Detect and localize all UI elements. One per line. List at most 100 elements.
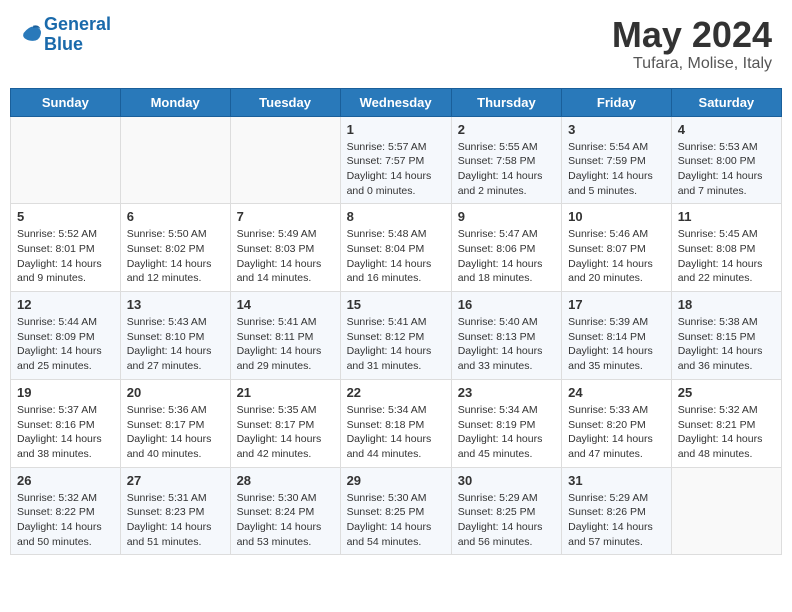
day-info: Sunrise: 5:30 AM Sunset: 8:25 PM Dayligh… — [347, 491, 445, 550]
day-info: Sunrise: 5:30 AM Sunset: 8:24 PM Dayligh… — [237, 491, 334, 550]
calendar-cell: 25 Sunrise: 5:32 AM Sunset: 8:21 PM Dayli… — [671, 379, 781, 467]
calendar-cell: 6 Sunrise: 5:50 AM Sunset: 8:02 PM Daylig… — [120, 204, 230, 292]
calendar-cell: 23 Sunrise: 5:34 AM Sunset: 8:19 PM Dayli… — [451, 379, 561, 467]
calendar-cell: 17Sunrise: 5:39 AM Sunset: 8:14 PM Dayli… — [562, 292, 672, 380]
day-number: 6 — [127, 209, 224, 224]
day-number: 1 — [347, 122, 445, 137]
month-title: May 2024 — [612, 15, 772, 55]
calendar-cell: 19 Sunrise: 5:37 AM Sunset: 8:16 PM Dayli… — [11, 379, 121, 467]
day-number: 28 — [237, 473, 334, 488]
logo: General Blue — [20, 15, 111, 55]
day-info: Sunrise: 5:41 AM Sunset: 8:11 PM Dayligh… — [237, 315, 334, 374]
calendar-week-3: 12 Sunrise: 5:44 AM Sunset: 8:09 PM Dayli… — [11, 292, 782, 380]
day-number: 4 — [678, 122, 775, 137]
day-number: 9 — [458, 209, 555, 224]
calendar-cell: 27Sunrise: 5:31 AM Sunset: 8:23 PM Dayli… — [120, 467, 230, 555]
calendar-week-4: 19 Sunrise: 5:37 AM Sunset: 8:16 PM Dayli… — [11, 379, 782, 467]
day-number: 3 — [568, 122, 665, 137]
calendar-cell: 24Sunrise: 5:33 AM Sunset: 8:20 PM Dayli… — [562, 379, 672, 467]
day-number: 8 — [347, 209, 445, 224]
day-info: Sunrise: 5:39 AM Sunset: 8:14 PM Dayligh… — [568, 315, 665, 374]
col-wednesday: Wednesday — [340, 88, 451, 116]
calendar-cell: 15 Sunrise: 5:41 AM Sunset: 8:12 PM Dayli… — [340, 292, 451, 380]
day-number: 15 — [347, 297, 445, 312]
calendar-cell: 28 Sunrise: 5:30 AM Sunset: 8:24 PM Dayli… — [230, 467, 340, 555]
calendar-cell: 9 Sunrise: 5:47 AM Sunset: 8:06 PM Daylig… — [451, 204, 561, 292]
day-info: Sunrise: 5:38 AM Sunset: 8:15 PM Dayligh… — [678, 315, 775, 374]
col-saturday: Saturday — [671, 88, 781, 116]
day-info: Sunrise: 5:52 AM Sunset: 8:01 PM Dayligh… — [17, 227, 114, 286]
calendar-week-2: 5 Sunrise: 5:52 AM Sunset: 8:01 PM Daylig… — [11, 204, 782, 292]
day-number: 24 — [568, 385, 665, 400]
col-thursday: Thursday — [451, 88, 561, 116]
calendar-cell: 4 Sunrise: 5:53 AM Sunset: 8:00 PM Daylig… — [671, 116, 781, 204]
day-info: Sunrise: 5:29 AM Sunset: 8:25 PM Dayligh… — [458, 491, 555, 550]
day-info: Sunrise: 5:40 AM Sunset: 8:13 PM Dayligh… — [458, 315, 555, 374]
day-number: 14 — [237, 297, 334, 312]
calendar-cell: 18 Sunrise: 5:38 AM Sunset: 8:15 PM Dayli… — [671, 292, 781, 380]
col-sunday: Sunday — [11, 88, 121, 116]
day-info: Sunrise: 5:34 AM Sunset: 8:19 PM Dayligh… — [458, 403, 555, 462]
day-number: 19 — [17, 385, 114, 400]
day-number: 25 — [678, 385, 775, 400]
day-number: 21 — [237, 385, 334, 400]
day-info: Sunrise: 5:57 AM Sunset: 7:57 PM Dayligh… — [347, 140, 445, 199]
calendar-cell — [671, 467, 781, 555]
day-info: Sunrise: 5:55 AM Sunset: 7:58 PM Dayligh… — [458, 140, 555, 199]
calendar-cell: 21 Sunrise: 5:35 AM Sunset: 8:17 PM Dayli… — [230, 379, 340, 467]
day-number: 18 — [678, 297, 775, 312]
day-number: 2 — [458, 122, 555, 137]
location: Tufara, Molise, Italy — [612, 55, 772, 73]
day-info: Sunrise: 5:43 AM Sunset: 8:10 PM Dayligh… — [127, 315, 224, 374]
calendar-table: Sunday Monday Tuesday Wednesday Thursday… — [10, 88, 782, 556]
calendar-cell — [11, 116, 121, 204]
calendar-cell: 2 Sunrise: 5:55 AM Sunset: 7:58 PM Daylig… — [451, 116, 561, 204]
day-number: 7 — [237, 209, 334, 224]
calendar-cell — [120, 116, 230, 204]
day-info: Sunrise: 5:37 AM Sunset: 8:16 PM Dayligh… — [17, 403, 114, 462]
day-info: Sunrise: 5:48 AM Sunset: 8:04 PM Dayligh… — [347, 227, 445, 286]
header-row: Sunday Monday Tuesday Wednesday Thursday… — [11, 88, 782, 116]
calendar-cell: 10 Sunrise: 5:46 AM Sunset: 8:07 PM Dayli… — [562, 204, 672, 292]
day-info: Sunrise: 5:46 AM Sunset: 8:07 PM Dayligh… — [568, 227, 665, 286]
calendar-cell: 7Sunrise: 5:49 AM Sunset: 8:03 PM Daylig… — [230, 204, 340, 292]
day-info: Sunrise: 5:50 AM Sunset: 8:02 PM Dayligh… — [127, 227, 224, 286]
logo-icon — [20, 22, 42, 44]
day-number: 30 — [458, 473, 555, 488]
day-info: Sunrise: 5:41 AM Sunset: 8:12 PM Dayligh… — [347, 315, 445, 374]
calendar-cell: 1 Sunrise: 5:57 AM Sunset: 7:57 PM Daylig… — [340, 116, 451, 204]
day-info: Sunrise: 5:53 AM Sunset: 8:00 PM Dayligh… — [678, 140, 775, 199]
calendar-cell: 13 Sunrise: 5:43 AM Sunset: 8:10 PM Dayli… — [120, 292, 230, 380]
page-header: General Blue May 2024 Tufara, Molise, It… — [10, 10, 782, 78]
day-info: Sunrise: 5:54 AM Sunset: 7:59 PM Dayligh… — [568, 140, 665, 199]
col-friday: Friday — [562, 88, 672, 116]
calendar-cell: 14 Sunrise: 5:41 AM Sunset: 8:11 PM Dayli… — [230, 292, 340, 380]
day-info: Sunrise: 5:31 AM Sunset: 8:23 PM Dayligh… — [127, 491, 224, 550]
col-tuesday: Tuesday — [230, 88, 340, 116]
day-info: Sunrise: 5:45 AM Sunset: 8:08 PM Dayligh… — [678, 227, 775, 286]
day-info: Sunrise: 5:36 AM Sunset: 8:17 PM Dayligh… — [127, 403, 224, 462]
day-number: 26 — [17, 473, 114, 488]
calendar-cell: 22Sunrise: 5:34 AM Sunset: 8:18 PM Dayli… — [340, 379, 451, 467]
calendar-cell: 29Sunrise: 5:30 AM Sunset: 8:25 PM Dayli… — [340, 467, 451, 555]
calendar-cell: 8 Sunrise: 5:48 AM Sunset: 8:04 PM Daylig… — [340, 204, 451, 292]
day-number: 23 — [458, 385, 555, 400]
col-monday: Monday — [120, 88, 230, 116]
day-number: 10 — [568, 209, 665, 224]
day-number: 13 — [127, 297, 224, 312]
day-info: Sunrise: 5:32 AM Sunset: 8:22 PM Dayligh… — [17, 491, 114, 550]
day-info: Sunrise: 5:47 AM Sunset: 8:06 PM Dayligh… — [458, 227, 555, 286]
calendar-cell: 3 Sunrise: 5:54 AM Sunset: 7:59 PM Daylig… — [562, 116, 672, 204]
day-number: 16 — [458, 297, 555, 312]
day-number: 5 — [17, 209, 114, 224]
calendar-cell: 26 Sunrise: 5:32 AM Sunset: 8:22 PM Dayli… — [11, 467, 121, 555]
day-info: Sunrise: 5:35 AM Sunset: 8:17 PM Dayligh… — [237, 403, 334, 462]
calendar-cell: 31Sunrise: 5:29 AM Sunset: 8:26 PM Dayli… — [562, 467, 672, 555]
day-info: Sunrise: 5:32 AM Sunset: 8:21 PM Dayligh… — [678, 403, 775, 462]
day-number: 12 — [17, 297, 114, 312]
day-info: Sunrise: 5:34 AM Sunset: 8:18 PM Dayligh… — [347, 403, 445, 462]
calendar-cell: 11 Sunrise: 5:45 AM Sunset: 8:08 PM Dayli… — [671, 204, 781, 292]
day-info: Sunrise: 5:44 AM Sunset: 8:09 PM Dayligh… — [17, 315, 114, 374]
title-block: May 2024 Tufara, Molise, Italy — [612, 15, 772, 73]
day-number: 11 — [678, 209, 775, 224]
